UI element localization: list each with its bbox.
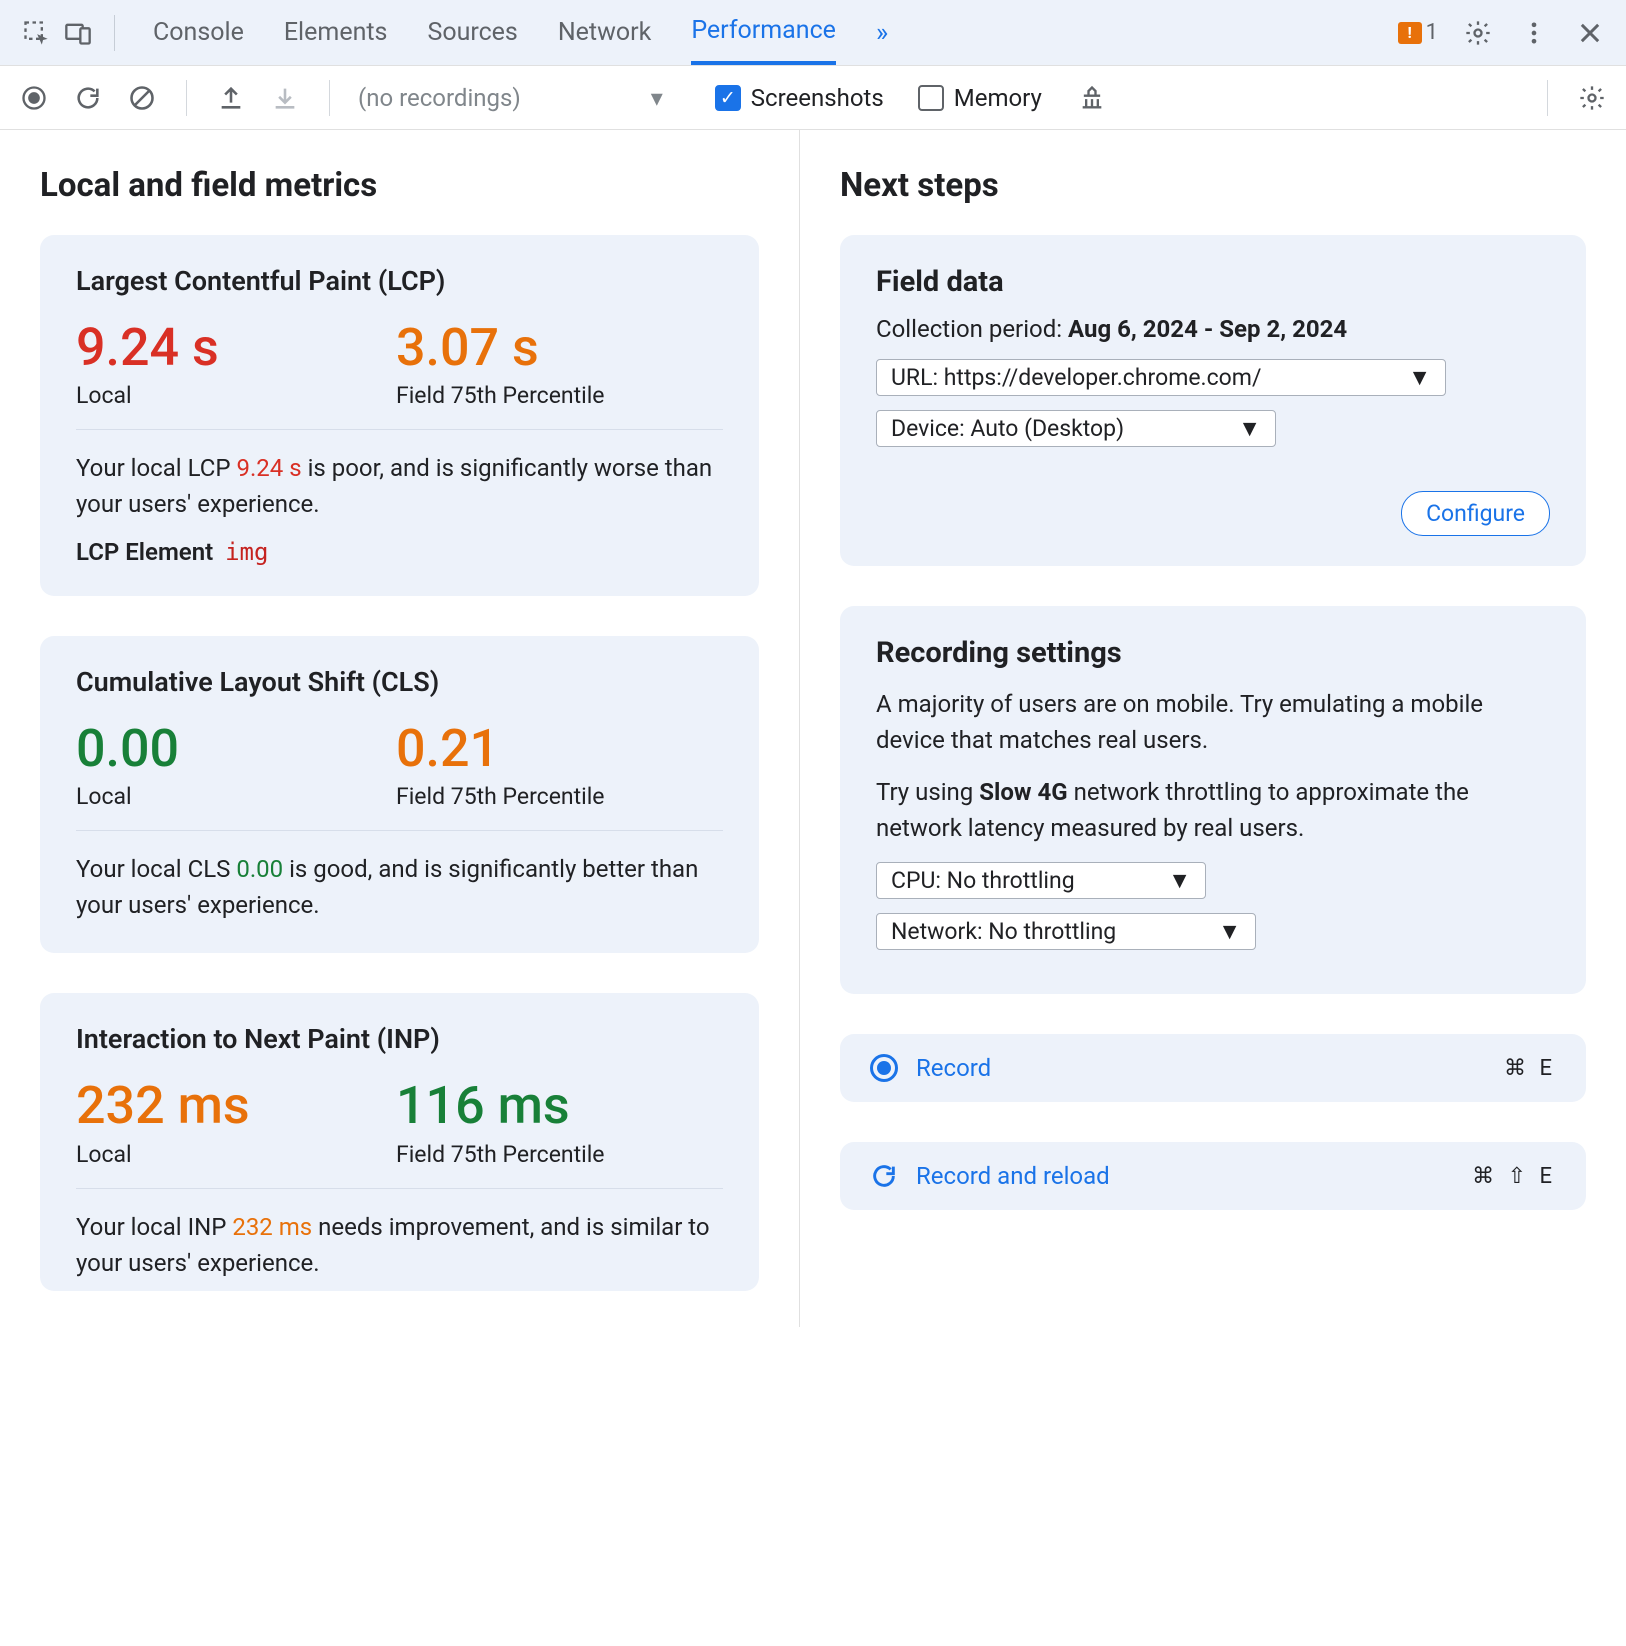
network-throttling-dropdown[interactable]: Network: No throttling▼ xyxy=(876,913,1256,950)
inspect-element-icon[interactable] xyxy=(20,17,52,49)
field-data-card: Field data Collection period: Aug 6, 202… xyxy=(840,235,1586,566)
inp-field-value: 116 ms xyxy=(396,1077,723,1134)
record-circle-icon[interactable] xyxy=(18,82,50,114)
chevron-down-icon: ▾ xyxy=(651,84,663,112)
collect-garbage-icon[interactable] xyxy=(1076,82,1108,114)
perf-toolbar: (no recordings) ▾ ✓ Screenshots Memory xyxy=(0,66,1626,130)
cls-local-label: Local xyxy=(76,783,396,810)
record-icon xyxy=(870,1054,898,1082)
more-vert-icon[interactable] xyxy=(1518,17,1550,49)
memory-checkbox[interactable]: Memory xyxy=(918,84,1042,112)
cls-field-value: 0.21 xyxy=(396,720,723,777)
chevron-down-icon: ▼ xyxy=(1218,918,1241,945)
lcp-element-link[interactable]: img xyxy=(225,538,268,566)
tab-network[interactable]: Network xyxy=(558,2,651,63)
reload-icon[interactable] xyxy=(72,82,104,114)
collection-period: Collection period: Aug 6, 2024 - Sep 2, … xyxy=(876,315,1550,343)
record-shortcut: ⌘ E xyxy=(1504,1056,1556,1081)
upload-icon[interactable] xyxy=(215,82,247,114)
recordings-dropdown[interactable]: (no recordings) ▾ xyxy=(358,84,663,112)
recording-settings-card: Recording settings A majority of users a… xyxy=(840,606,1586,994)
cpu-throttling-dropdown[interactable]: CPU: No throttling▼ xyxy=(876,862,1206,899)
lcp-field-value: 3.07 s xyxy=(396,319,723,376)
tab-performance[interactable]: Performance xyxy=(691,0,836,65)
clear-icon[interactable] xyxy=(126,82,158,114)
chevron-down-icon: ▼ xyxy=(1238,415,1261,442)
cls-card: Cumulative Layout Shift (CLS) 0.00 Local… xyxy=(40,636,759,953)
inp-description: Your local INP 232 ms needs improvement,… xyxy=(76,1209,723,1281)
inp-heading: Interaction to Next Paint (INP) xyxy=(76,1023,723,1055)
warnings-badge[interactable]: !1 xyxy=(1398,20,1438,45)
devtools-tabbar: Console Elements Sources Network Perform… xyxy=(0,0,1626,66)
right-section-title: Next steps xyxy=(840,166,1586,205)
record-reload-shortcut: ⌘ ⇧ E xyxy=(1472,1164,1556,1189)
settings-gear-icon[interactable] xyxy=(1462,17,1494,49)
tab-console[interactable]: Console xyxy=(153,2,244,63)
checkbox-unchecked-icon xyxy=(918,85,944,111)
device-toggle-icon[interactable] xyxy=(62,17,94,49)
record-reload-action-card[interactable]: Record and reload ⌘ ⇧ E xyxy=(840,1142,1586,1210)
record-label: Record xyxy=(916,1054,991,1082)
cls-field-label: Field 75th Percentile xyxy=(396,783,723,810)
recording-tip-2: Try using Slow 4G network throttling to … xyxy=(876,774,1550,846)
recording-tip-1: A majority of users are on mobile. Try e… xyxy=(876,686,1550,758)
lcp-description: Your local LCP 9.24 s is poor, and is si… xyxy=(76,450,723,522)
cls-local-value: 0.00 xyxy=(76,720,396,777)
chevron-down-icon: ▼ xyxy=(1168,867,1191,894)
lcp-heading: Largest Contentful Paint (LCP) xyxy=(76,265,723,297)
field-data-heading: Field data xyxy=(876,265,1550,299)
chevron-down-icon: ▼ xyxy=(1408,364,1431,391)
inp-local-label: Local xyxy=(76,1141,396,1168)
url-dropdown[interactable]: URL: https://developer.chrome.com/▼ xyxy=(876,359,1446,396)
inp-field-label: Field 75th Percentile xyxy=(396,1141,723,1168)
inp-local-value: 232 ms xyxy=(76,1077,396,1134)
lcp-card: Largest Contentful Paint (LCP) 9.24 s Lo… xyxy=(40,235,759,596)
left-section-title: Local and field metrics xyxy=(40,166,759,205)
download-icon[interactable] xyxy=(269,82,301,114)
record-reload-label: Record and reload xyxy=(916,1162,1110,1190)
lcp-local-label: Local xyxy=(76,382,396,409)
record-action-card[interactable]: Record ⌘ E xyxy=(840,1034,1586,1102)
panel-settings-gear-icon[interactable] xyxy=(1576,82,1608,114)
close-icon[interactable] xyxy=(1574,17,1606,49)
lcp-local-value: 9.24 s xyxy=(76,319,396,376)
recording-settings-heading: Recording settings xyxy=(876,636,1550,670)
cls-description: Your local CLS 0.00 is good, and is sign… xyxy=(76,851,723,923)
lcp-element-row: LCP Element img xyxy=(76,538,723,566)
screenshots-checkbox[interactable]: ✓ Screenshots xyxy=(715,84,884,112)
checkbox-checked-icon: ✓ xyxy=(715,85,741,111)
record-reload-icon xyxy=(870,1162,898,1190)
cls-heading: Cumulative Layout Shift (CLS) xyxy=(76,666,723,698)
inp-card: Interaction to Next Paint (INP) 232 ms L… xyxy=(40,993,759,1290)
device-dropdown[interactable]: Device: Auto (Desktop)▼ xyxy=(876,410,1276,447)
tab-sources[interactable]: Sources xyxy=(427,2,517,63)
configure-button[interactable]: Configure xyxy=(1401,491,1550,536)
lcp-field-label: Field 75th Percentile xyxy=(396,382,723,409)
more-tabs-icon[interactable]: » xyxy=(876,18,888,48)
tab-elements[interactable]: Elements xyxy=(284,2,388,63)
